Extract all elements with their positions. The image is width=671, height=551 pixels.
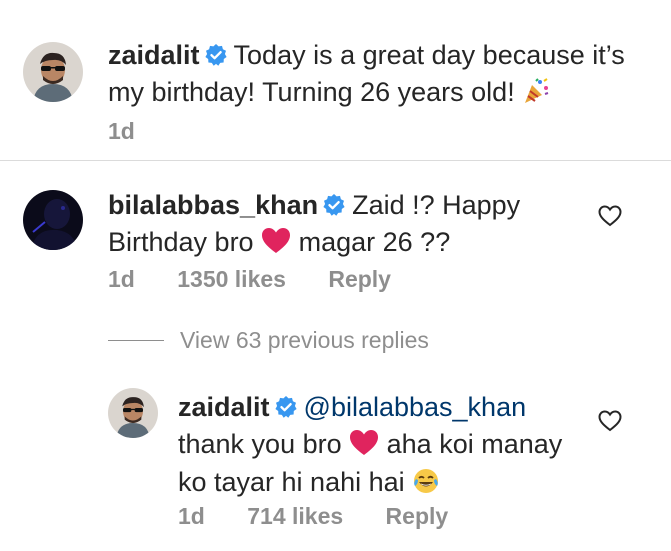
reply-text-b: aha koi manay	[386, 429, 563, 459]
reply-time: 1d	[178, 503, 205, 529]
comment-text: bilalabbas_khan Zaid !? Happy Birthday br…	[108, 188, 588, 263]
comment-text-b: Birthday bro	[108, 227, 254, 257]
reply-text-c: ko tayar hi nahi hai	[178, 467, 405, 497]
avatar[interactable]	[108, 388, 158, 438]
like-heart-icon[interactable]	[598, 205, 622, 232]
post-meta: 1d	[108, 118, 171, 145]
avatar[interactable]	[23, 190, 83, 250]
reply-meta: 1d 714 likes Reply	[178, 503, 484, 530]
comment-text-c: magar 26 ??	[298, 227, 451, 257]
red-heart-icon	[349, 429, 379, 465]
divider	[0, 160, 671, 161]
post-time: 1d	[108, 118, 135, 144]
party-popper-icon	[522, 77, 550, 113]
comment-time: 1d	[108, 266, 135, 292]
view-replies-label: View 63 previous replies	[180, 327, 429, 353]
comment-username[interactable]: bilalabbas_khan	[108, 190, 318, 220]
divider	[108, 340, 164, 341]
verified-badge-icon	[274, 393, 298, 427]
reply-text-a: thank you bro	[178, 429, 342, 459]
tears-of-joy-icon	[412, 467, 440, 503]
post-caption: zaidalit Today is a great day because it’…	[108, 38, 648, 113]
reply-text: zaidalit @bilalabbas_khan thank you bro a…	[178, 390, 598, 503]
verified-badge-icon	[322, 191, 346, 225]
like-heart-icon[interactable]	[598, 410, 622, 437]
post-username[interactable]: zaidalit	[108, 40, 200, 70]
red-heart-icon	[261, 227, 291, 263]
reply-likes[interactable]: 714 likes	[247, 503, 343, 529]
avatar[interactable]	[23, 42, 83, 102]
comment-text-a: Zaid !? Happy	[352, 190, 521, 220]
comment-meta: 1d 1350 likes Reply	[108, 266, 427, 293]
comment-likes[interactable]: 1350 likes	[177, 266, 286, 292]
reply-button[interactable]: Reply	[328, 266, 391, 292]
reply-username[interactable]: zaidalit	[178, 392, 270, 422]
reply-mention[interactable]: @bilalabbas_khan	[304, 392, 527, 422]
view-replies-button[interactable]: View 63 previous replies	[108, 327, 429, 354]
verified-badge-icon	[204, 41, 228, 75]
reply-button[interactable]: Reply	[386, 503, 449, 529]
